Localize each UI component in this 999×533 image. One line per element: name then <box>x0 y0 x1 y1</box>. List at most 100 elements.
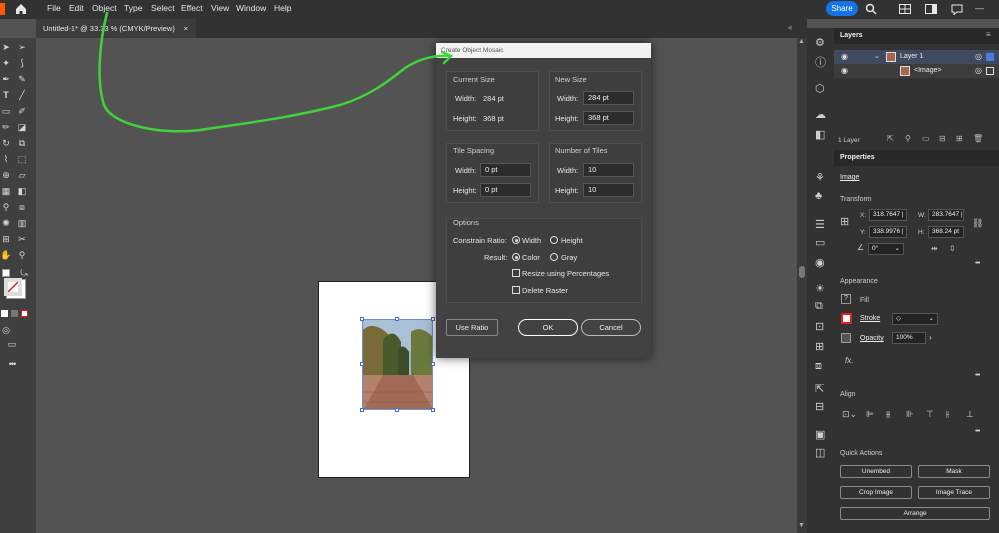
gradient-mode-icon[interactable] <box>11 310 18 317</box>
constrain-width-radio[interactable] <box>512 236 520 244</box>
x-field[interactable]: 318.7647 | <box>869 209 907 221</box>
close-icon[interactable]: × <box>184 19 188 38</box>
unembed-button[interactable]: Unembed <box>840 465 912 478</box>
stroke-swatch-panel[interactable] <box>841 313 852 324</box>
target-icon[interactable]: ◎ <box>975 66 982 75</box>
menu-file[interactable]: File <box>47 3 61 13</box>
menu-object[interactable]: Object <box>92 3 117 13</box>
stroke-swatch[interactable] <box>4 278 22 296</box>
slice-tool-icon[interactable]: ✂ <box>16 233 28 245</box>
document-tab[interactable]: Untitled-1* @ 33.33 % (CMYK/Preview) × <box>36 19 196 38</box>
stroke-weight-field[interactable]: ◇ ⌄ <box>892 313 938 325</box>
fx-label[interactable]: fx. <box>845 356 853 365</box>
align-panel-icon[interactable]: ☰ <box>815 218 825 231</box>
tiles-width-field[interactable]: 10 <box>583 163 634 177</box>
constrain-link-icon[interactable]: ⛓ <box>972 218 983 229</box>
delete-layer-icon[interactable]: 🗑 <box>973 134 983 143</box>
workspace-icon[interactable] <box>925 4 937 14</box>
menu-view[interactable]: View <box>211 3 229 13</box>
direct-selection-icon[interactable]: ➢ <box>16 41 28 53</box>
panel-menu-icon[interactable]: ≡ <box>986 30 991 39</box>
mesh-tool-icon[interactable]: ▦ <box>0 185 12 197</box>
screen-mode-icon[interactable]: ▭ <box>6 338 18 350</box>
share-button[interactable]: Share <box>826 1 858 16</box>
selection-handle[interactable] <box>431 362 435 366</box>
pathfinder-icon[interactable]: ⊡ <box>815 320 824 333</box>
arrange-documents-icon[interactable] <box>899 4 911 14</box>
eraser-icon[interactable]: ◪ <box>16 121 28 133</box>
brightness-icon[interactable]: ☀ <box>815 282 825 295</box>
home-icon[interactable] <box>14 2 28 16</box>
puppet-warp-icon[interactable]: ⚘ <box>815 171 825 184</box>
object-type-label[interactable]: Image <box>840 174 859 181</box>
align-middle-icon[interactable]: ⫲ <box>946 409 949 420</box>
result-color-radio[interactable] <box>512 253 520 261</box>
selection-handle[interactable] <box>395 317 399 321</box>
tiles-height-field[interactable]: 10 <box>583 183 634 197</box>
layer-row[interactable]: ◉ <Image> ◎ <box>834 64 999 78</box>
menu-type[interactable]: Type <box>124 3 142 13</box>
scroll-up-icon[interactable]: ▲ <box>798 38 805 45</box>
properties-gear-icon[interactable]: ⚙ <box>815 36 825 49</box>
fill-swatch-panel[interactable]: ? <box>841 294 851 304</box>
spacing-width-field[interactable]: 0 pt <box>480 163 531 177</box>
mask-button[interactable]: Mask <box>918 465 990 478</box>
perspective-grid-icon[interactable]: ▱ <box>16 169 28 181</box>
libraries-icon[interactable]: ☁ <box>815 108 826 121</box>
tab-layers[interactable]: Layers <box>840 32 863 39</box>
resize-percentages-checkbox[interactable] <box>512 269 520 277</box>
blend-tool-icon[interactable]: ⧈ <box>16 201 28 213</box>
result-gray-label[interactable]: Gray <box>561 253 577 262</box>
result-color-label[interactable]: Color <box>522 253 540 262</box>
export-layer-icon[interactable]: ⇱ <box>887 134 894 143</box>
column-graph-icon[interactable]: ▥ <box>16 217 28 229</box>
new-height-field[interactable]: 368 pt <box>583 111 634 125</box>
align-to-icon[interactable]: ⊡⌄ <box>842 409 857 420</box>
export-icon[interactable]: ⇱ <box>815 382 824 395</box>
3d-cube-icon[interactable]: ⬡ <box>815 82 825 95</box>
new-sublayer-icon[interactable]: ⊟ <box>939 134 946 143</box>
new-width-field[interactable]: 284 pt <box>583 91 634 105</box>
curvature-tool-icon[interactable]: ✎ <box>16 73 28 85</box>
target-icon[interactable]: ◎ <box>975 52 982 61</box>
cancel-button[interactable]: Cancel <box>581 319 641 336</box>
align-top-icon[interactable]: ⊤ <box>926 409 934 420</box>
line-tool-icon[interactable]: ╱ <box>16 89 28 101</box>
placed-image[interactable] <box>362 319 433 410</box>
type-tool-icon[interactable]: T <box>0 89 12 101</box>
info-icon[interactable]: ⓘ <box>815 54 826 70</box>
align-bottom-icon[interactable]: ⊥ <box>966 409 974 420</box>
selection-handle[interactable] <box>360 317 364 321</box>
align-center-icon[interactable]: ⫵ <box>886 409 890 420</box>
lasso-icon[interactable]: ⟆ <box>16 57 28 69</box>
gradient-panel-icon[interactable]: ▭ <box>815 236 825 249</box>
align-right-icon[interactable]: ⊪ <box>906 409 914 420</box>
locate-object-icon[interactable]: ⚲ <box>905 134 911 143</box>
opacity-label[interactable]: Opacity <box>860 335 884 342</box>
menu-edit[interactable]: Edit <box>69 3 84 13</box>
color-mode-icon[interactable] <box>1 310 8 317</box>
constrain-height-label[interactable]: Height <box>561 236 583 245</box>
magic-wand-icon[interactable]: ✦ <box>0 57 12 69</box>
ok-button[interactable]: OK <box>518 319 578 336</box>
crop-image-button[interactable]: Crop Image <box>840 486 912 499</box>
delete-raster-checkbox[interactable] <box>512 286 520 294</box>
symbol-sprayer-icon[interactable]: ✺ <box>0 217 12 229</box>
image-trace-icon[interactable]: ▣ <box>815 428 825 441</box>
image-trace-button[interactable]: Image Trace <box>918 486 990 499</box>
align-left-icon[interactable]: ⊫ <box>866 409 874 420</box>
artboards-icon[interactable]: ⧉ <box>815 300 823 313</box>
transparency-icon[interactable]: ◉ <box>815 256 825 269</box>
draw-normal-icon[interactable]: ◎ <box>0 324 12 336</box>
menu-window[interactable]: Window <box>236 3 266 13</box>
warp-tool-icon[interactable]: ⌇ <box>0 153 12 165</box>
free-transform-icon[interactable]: ⬚ <box>16 153 28 165</box>
menu-help[interactable]: Help <box>274 3 291 13</box>
symbols-icon[interactable]: ♣ <box>815 190 822 202</box>
eyedropper-icon[interactable]: ⚲ <box>0 201 12 213</box>
links-icon[interactable]: ⧈ <box>815 360 822 373</box>
navigator-icon[interactable]: ◫ <box>815 446 825 459</box>
scroll-down-icon[interactable]: ▼ <box>798 522 805 529</box>
selection-tool-icon[interactable]: ➤ <box>0 41 12 53</box>
flip-vertical-icon[interactable]: ⇳ <box>949 244 956 253</box>
